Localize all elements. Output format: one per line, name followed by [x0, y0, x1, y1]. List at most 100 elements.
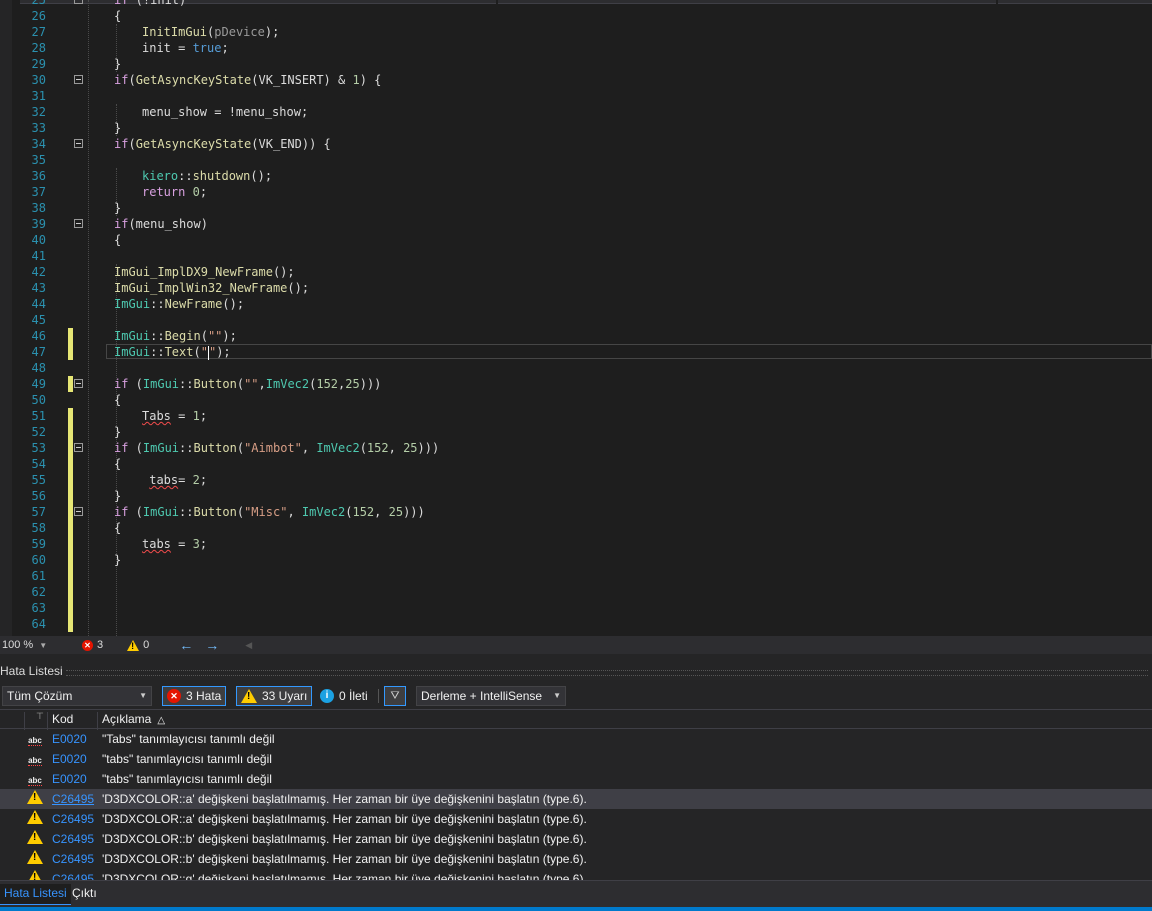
collapse-icon[interactable]: [74, 219, 83, 228]
code-line[interactable]: 61: [0, 568, 1152, 584]
error-count-indicator[interactable]: ✕ 3: [82, 639, 103, 651]
code-line[interactable]: 27 InitImGui(pDevice);: [0, 24, 1152, 40]
code-line[interactable]: 26 {: [0, 8, 1152, 24]
code-text[interactable]: {: [114, 232, 121, 248]
error-list-row[interactable]: C26495 'D3DXCOLOR::b' değişkeni başlatılm…: [0, 849, 1152, 869]
code-line[interactable]: 35: [0, 152, 1152, 168]
scroll-left-icon[interactable]: ◀: [245, 640, 252, 651]
error-code-link[interactable]: E0020: [52, 732, 87, 746]
code-line[interactable]: 37 return 0;: [0, 184, 1152, 200]
error-code-link[interactable]: E0020: [52, 752, 87, 766]
filter-column-icon[interactable]: ⊤: [36, 711, 44, 722]
collapse-icon[interactable]: [74, 507, 83, 516]
code-text[interactable]: if (ImGui::Button("Misc", ImVec2(152, 25…: [114, 504, 425, 520]
code-line[interactable]: 62: [0, 584, 1152, 600]
code-line[interactable]: 28 init = true;: [0, 40, 1152, 56]
code-text[interactable]: Tabs = 1;: [142, 408, 207, 424]
error-list-row[interactable]: C26495 'D3DXCOLOR::g' değişkeni başlatılm…: [0, 869, 1152, 880]
code-text[interactable]: {: [114, 392, 121, 408]
collapse-icon[interactable]: [74, 443, 83, 452]
code-line[interactable]: 46 ImGui::Begin("");: [0, 328, 1152, 344]
code-text[interactable]: if(GetAsyncKeyState(VK_INSERT) & 1) {: [114, 72, 381, 88]
code-text[interactable]: ImGui::Begin("");: [114, 328, 237, 344]
code-text[interactable]: if (ImGui::Button("",ImVec2(152,25))): [114, 376, 381, 392]
code-text[interactable]: }: [114, 56, 121, 72]
error-list-rows[interactable]: abc E0020 "Tabs" tanımlayıcısı tanımlı değ…: [0, 730, 1152, 880]
scope-dropdown[interactable]: Tüm Çözüm ▼: [2, 686, 152, 706]
code-line[interactable]: 32 menu_show = !menu_show;: [0, 104, 1152, 120]
code-text[interactable]: if(menu_show): [114, 216, 208, 232]
warnings-filter-button[interactable]: 33 Uyarı: [236, 686, 313, 706]
error-code-link[interactable]: C26495: [52, 852, 94, 866]
error-code-link[interactable]: C26495: [52, 812, 94, 826]
code-line[interactable]: 49 if (ImGui::Button("",ImVec2(152,25))): [0, 376, 1152, 392]
code-text[interactable]: ImGui::NewFrame();: [114, 296, 244, 312]
code-line[interactable]: 55 tabs= 2;: [0, 472, 1152, 488]
source-dropdown[interactable]: Derleme + IntelliSense ▼: [416, 686, 566, 706]
error-list-row[interactable]: abc E0020 "Tabs" tanımlayıcısı tanımlı değ…: [0, 730, 1152, 749]
code-text[interactable]: {: [114, 520, 121, 536]
error-list-row[interactable]: abc E0020 "tabs" tanımlayıcısı tanımlı değ…: [0, 769, 1152, 789]
code-text[interactable]: if(GetAsyncKeyState(VK_END)) {: [114, 136, 331, 152]
code-text[interactable]: }: [114, 200, 121, 216]
code-text[interactable]: tabs = 3;: [142, 536, 207, 552]
code-line[interactable]: 54 {: [0, 456, 1152, 472]
code-line[interactable]: 40 {: [0, 232, 1152, 248]
code-text[interactable]: InitImGui(pDevice);: [142, 24, 279, 40]
code-line[interactable]: 34 if(GetAsyncKeyState(VK_END)) {: [0, 136, 1152, 152]
error-list-row[interactable]: C26495 'D3DXCOLOR::b' değişkeni başlatılm…: [0, 829, 1152, 849]
code-line[interactable]: 30 if(GetAsyncKeyState(VK_INSERT) & 1) {: [0, 72, 1152, 88]
code-text[interactable]: {: [114, 456, 121, 472]
code-line[interactable]: 47 ImGui::Text("");: [0, 344, 1152, 360]
error-list-row[interactable]: C26495 'D3DXCOLOR::a' değişkeni başlatılm…: [0, 809, 1152, 829]
code-line[interactable]: 33}: [0, 120, 1152, 136]
code-line[interactable]: 48: [0, 360, 1152, 376]
code-line[interactable]: 63: [0, 600, 1152, 616]
error-code-link[interactable]: C26495: [52, 872, 94, 880]
code-text[interactable]: if (ImGui::Button("Aimbot", ImVec2(152, …: [114, 440, 439, 456]
error-list-row[interactable]: abc E0020 "tabs" tanımlayıcısı tanımlı değ…: [0, 749, 1152, 769]
error-code-link[interactable]: C26495: [52, 832, 94, 846]
code-line[interactable]: 52}: [0, 424, 1152, 440]
code-text[interactable]: menu_show = !menu_show;: [142, 104, 308, 120]
code-line[interactable]: 45: [0, 312, 1152, 328]
code-line[interactable]: 31: [0, 88, 1152, 104]
arrow-left-icon[interactable]: ←: [179, 637, 193, 653]
code-text[interactable]: ImGui::Text("");: [114, 344, 231, 360]
column-separator[interactable]: [47, 712, 48, 730]
code-text[interactable]: }: [114, 488, 121, 504]
code-line[interactable]: 51 Tabs = 1;: [0, 408, 1152, 424]
code-line[interactable]: 57 if (ImGui::Button("Misc", ImVec2(152, …: [0, 504, 1152, 520]
code-line[interactable]: 38}: [0, 200, 1152, 216]
error-list-row[interactable]: C26495 'D3DXCOLOR::a' değişkeni başlatılm…: [0, 789, 1152, 809]
tab-error-list[interactable]: Hata Listesi: [0, 884, 71, 905]
code-line[interactable]: 53 if (ImGui::Button("Aimbot", ImVec2(152…: [0, 440, 1152, 456]
code-line[interactable]: 59 tabs = 3;: [0, 536, 1152, 552]
code-line[interactable]: 44 ImGui::NewFrame();: [0, 296, 1152, 312]
code-line[interactable]: 36 kiero::shutdown();: [0, 168, 1152, 184]
code-editor[interactable]: 25 if (!init) 26{27 InitImGui(pDevice); 28 in…: [0, 0, 1152, 636]
messages-filter-button[interactable]: i 0 İleti: [316, 686, 372, 706]
zoom-dropdown[interactable]: 100 % ▼: [0, 639, 58, 651]
column-separator[interactable]: [97, 712, 98, 730]
column-separator[interactable]: [24, 712, 25, 730]
code-text[interactable]: }: [114, 552, 121, 568]
code-line[interactable]: 25 if (!init): [0, 0, 1152, 8]
col-desc-header[interactable]: Açıklama △: [102, 712, 165, 726]
code-line[interactable]: 50 {: [0, 392, 1152, 408]
code-text[interactable]: ImGui_ImplDX9_NewFrame();: [114, 264, 295, 280]
code-line[interactable]: 58 {: [0, 520, 1152, 536]
arrow-right-icon[interactable]: →: [205, 637, 219, 653]
col-code-header[interactable]: Kod: [52, 712, 73, 726]
code-line[interactable]: 41: [0, 248, 1152, 264]
errors-filter-button[interactable]: ✕ 3 Hata: [162, 686, 227, 706]
code-text[interactable]: {: [114, 8, 121, 24]
panel-grip[interactable]: [66, 670, 1148, 676]
code-line[interactable]: 42 ImGui_ImplDX9_NewFrame();: [0, 264, 1152, 280]
collapse-icon[interactable]: [74, 0, 83, 4]
code-text[interactable]: return 0;: [142, 184, 207, 200]
collapse-icon[interactable]: [74, 379, 83, 388]
code-text[interactable]: tabs= 2;: [142, 472, 207, 488]
code-line[interactable]: 39 if(menu_show): [0, 216, 1152, 232]
code-line[interactable]: 60}: [0, 552, 1152, 568]
